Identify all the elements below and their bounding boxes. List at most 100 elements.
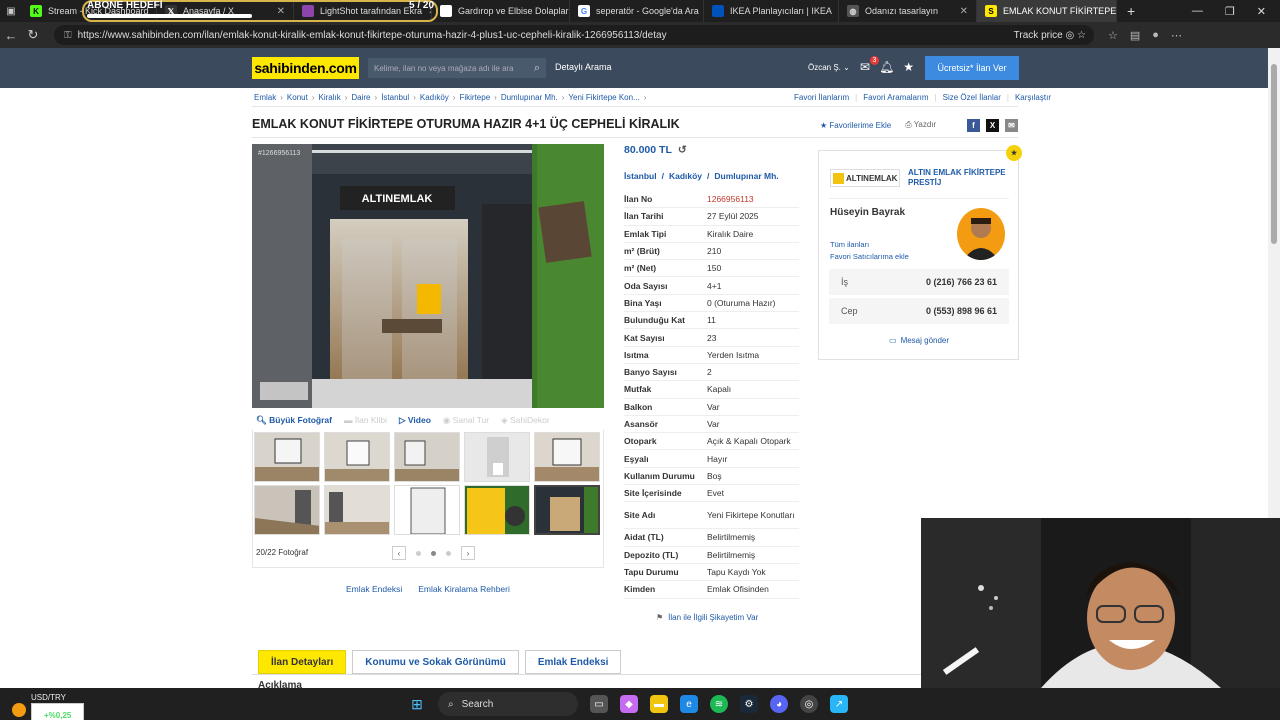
tab-real-estate-index[interactable]: Emlak Endeksi — [524, 650, 622, 674]
restore-icon[interactable]: ❐ — [1225, 5, 1235, 18]
pager-dot[interactable] — [416, 550, 421, 556]
reload-icon[interactable]: ↻ — [22, 27, 44, 43]
rental-guide-link[interactable]: Emlak Kiralama Rehberi — [418, 584, 510, 594]
all-ads-link[interactable]: Tüm ilanları — [830, 240, 869, 249]
breadcrumb-item[interactable]: Dumlupınar Mh. — [501, 93, 558, 102]
phone-mobile[interactable]: Cep 0 (553) 898 96 61 — [829, 298, 1009, 324]
site-info-icon[interactable]: ⚿ — [64, 30, 72, 41]
favorite-listings-link[interactable]: Favori İlanlarım — [794, 93, 849, 102]
tab-location-street-view[interactable]: Konumu ve Sokak Görünümü — [352, 650, 519, 674]
send-message-button[interactable]: ▭ Mesaj gönder — [889, 336, 949, 345]
user-menu[interactable]: Özcan Ş. ⌄ — [808, 63, 850, 72]
task-view-icon[interactable]: ▭ — [590, 695, 608, 713]
favorites-icon[interactable]: ☆ — [1108, 29, 1118, 42]
track-price[interactable]: Track price ◎ ☆ — [1014, 30, 1094, 41]
taskbar-search[interactable]: ⌕ Search — [438, 692, 578, 716]
close-icon[interactable]: ✕ — [960, 6, 968, 17]
messages-icon[interactable]: ✉ 3 — [860, 56, 879, 74]
tab-x[interactable]: 𝕏 Anasayfa / X ✕ — [157, 0, 294, 22]
photo-thumbnail[interactable] — [464, 432, 530, 482]
phone-work[interactable]: İş 0 (216) 766 23 61 — [829, 269, 1009, 295]
store-logo[interactable]: ALTINEMLAK — [830, 169, 900, 187]
location-district[interactable]: Kadıköy — [669, 171, 702, 181]
breadcrumb-item[interactable]: İstanbul — [381, 93, 409, 102]
facebook-icon[interactable]: f — [967, 119, 980, 132]
site-header: sahibinden.com Kelime, ilan no veya mağa… — [0, 48, 1268, 88]
steam-icon[interactable]: ⚙ — [740, 695, 758, 713]
app-icon[interactable]: ↗ — [830, 695, 848, 713]
notifications-icon[interactable]: 🔔︎ — [879, 60, 894, 74]
photo-thumbnail[interactable] — [254, 432, 320, 482]
real-estate-index-link[interactable]: Emlak Endeksi — [346, 584, 402, 594]
tab-room-design[interactable]: ◍ Odanızı tasarlayın ✕ — [839, 0, 977, 22]
site-logo[interactable]: sahibinden.com — [252, 57, 359, 79]
detailed-search-link[interactable]: Detaylı Arama — [555, 62, 612, 72]
photo-thumbnail[interactable] — [394, 485, 460, 535]
pager-dot-active[interactable] — [431, 550, 436, 556]
tab-wardrobe[interactable]: Gardırop ve Elbise Dolapları✕ — [432, 0, 570, 22]
photo-thumbnail[interactable] — [254, 485, 320, 535]
report-listing-link[interactable]: ⚑ İlan ile İlgili Şikayetim Var — [656, 613, 758, 622]
tab-listing-details[interactable]: İlan Detayları — [258, 650, 347, 674]
close-icon[interactable]: ✕ — [277, 6, 285, 17]
new-tab-icon[interactable]: + — [1117, 3, 1145, 19]
location-neighborhood[interactable]: Dumlupınar Mh. — [714, 171, 778, 181]
price-history-icon[interactable]: ↺ — [678, 144, 687, 156]
breadcrumb-item[interactable]: Kiralık — [318, 93, 340, 102]
back-icon[interactable]: ← — [0, 28, 22, 43]
x-share-icon[interactable]: X — [986, 119, 999, 132]
spotify-icon[interactable]: ≋ — [710, 695, 728, 713]
compare-link[interactable]: Karşılaştır — [1015, 93, 1051, 102]
add-favorite-seller-link[interactable]: Favori Satıcılarıma ekle — [830, 252, 909, 261]
more-icon[interactable]: ⋯ — [1171, 29, 1182, 42]
breadcrumb-item[interactable]: Emlak — [254, 93, 276, 102]
email-share-icon[interactable]: ✉ — [1005, 119, 1018, 132]
breadcrumb-item[interactable]: Yeni Fikirtepe Kon... — [568, 93, 639, 102]
tab-lightshot[interactable]: LightShot tarafından Ekra✕ — [294, 0, 432, 22]
tab-actions-icon[interactable]: ▣ — [0, 6, 22, 17]
tab-sahibinden[interactable]: S EMLAK KONUT FİKİRTEPE O✕ — [977, 0, 1117, 22]
site-search-input[interactable]: Kelime, ilan no veya mağaza adı ile ara … — [368, 58, 546, 78]
minimize-icon[interactable]: — — [1192, 5, 1203, 18]
collections-icon[interactable]: ▤ — [1130, 29, 1140, 42]
add-favorite-button[interactable]: ★ Favorilerime Ekle — [820, 121, 891, 130]
photo-thumbnail[interactable] — [324, 432, 390, 482]
print-button[interactable]: ⎙ Yazdır — [905, 120, 936, 130]
large-photo-button[interactable]: 🔍︎ Büyük Fotoğraf — [256, 415, 332, 426]
url-field[interactable]: ⚿ https://www.sahibinden.com/ilan/emlak-… — [54, 25, 1094, 45]
prev-page-icon[interactable]: ‹ — [392, 546, 406, 560]
obs-icon[interactable]: ◎ — [800, 695, 818, 713]
currency-widget[interactable]: USD/TRY +%0,25 — [12, 693, 85, 720]
edge-icon[interactable]: e — [680, 695, 698, 713]
post-free-ad-button[interactable]: Ücretsiz* İlan Ver — [925, 56, 1019, 80]
profile-icon[interactable]: ● — [1152, 29, 1159, 42]
pager-dot[interactable] — [446, 550, 451, 556]
discord-icon[interactable]: ◕ — [770, 695, 788, 713]
copilot-icon[interactable]: ◆ — [620, 695, 638, 713]
tab-google[interactable]: G seperatör - Google'da Ara✕ — [570, 0, 704, 22]
video-button[interactable]: ▷ Video — [399, 415, 431, 426]
tab-kick[interactable]: K Stream - Kick Dashboard✕ — [22, 0, 157, 22]
store-name[interactable]: ALTIN EMLAK FİKİRTEPE PRESTİJ — [908, 168, 1016, 188]
breadcrumb-item[interactable]: Fikirtepe — [459, 93, 490, 102]
breadcrumb-item[interactable]: Daire — [351, 93, 370, 102]
photo-thumbnail[interactable] — [464, 485, 530, 535]
photo-thumbnail[interactable] — [534, 432, 600, 482]
photo-thumbnail-selected[interactable] — [534, 485, 600, 535]
search-icon[interactable]: ⌕ — [534, 62, 540, 75]
photo-thumbnail[interactable] — [324, 485, 390, 535]
photo-thumbnail[interactable] — [394, 432, 460, 482]
personalized-listings-link[interactable]: Size Özel İlanlar — [943, 93, 1001, 102]
main-photo[interactable]: ALTINEMLAK #1266956113 — [252, 144, 604, 408]
favorite-searches-link[interactable]: Favori Aramalarım — [863, 93, 928, 102]
scrollbar-thumb[interactable] — [1271, 64, 1277, 244]
breadcrumb-item[interactable]: Kadıköy — [420, 93, 449, 102]
file-explorer-icon[interactable]: ▬ — [650, 695, 668, 713]
close-window-icon[interactable]: ✕ — [1257, 5, 1266, 18]
favorites-star-icon[interactable]: ★ — [903, 60, 914, 74]
breadcrumb-item[interactable]: Konut — [287, 93, 308, 102]
location-city[interactable]: İstanbul — [624, 171, 657, 181]
next-page-icon[interactable]: › — [461, 546, 475, 560]
windows-start-icon[interactable]: ⊞ — [408, 695, 426, 713]
tab-ikea[interactable]: IKEA Planlayıcıları | IKEA✕ — [704, 0, 839, 22]
